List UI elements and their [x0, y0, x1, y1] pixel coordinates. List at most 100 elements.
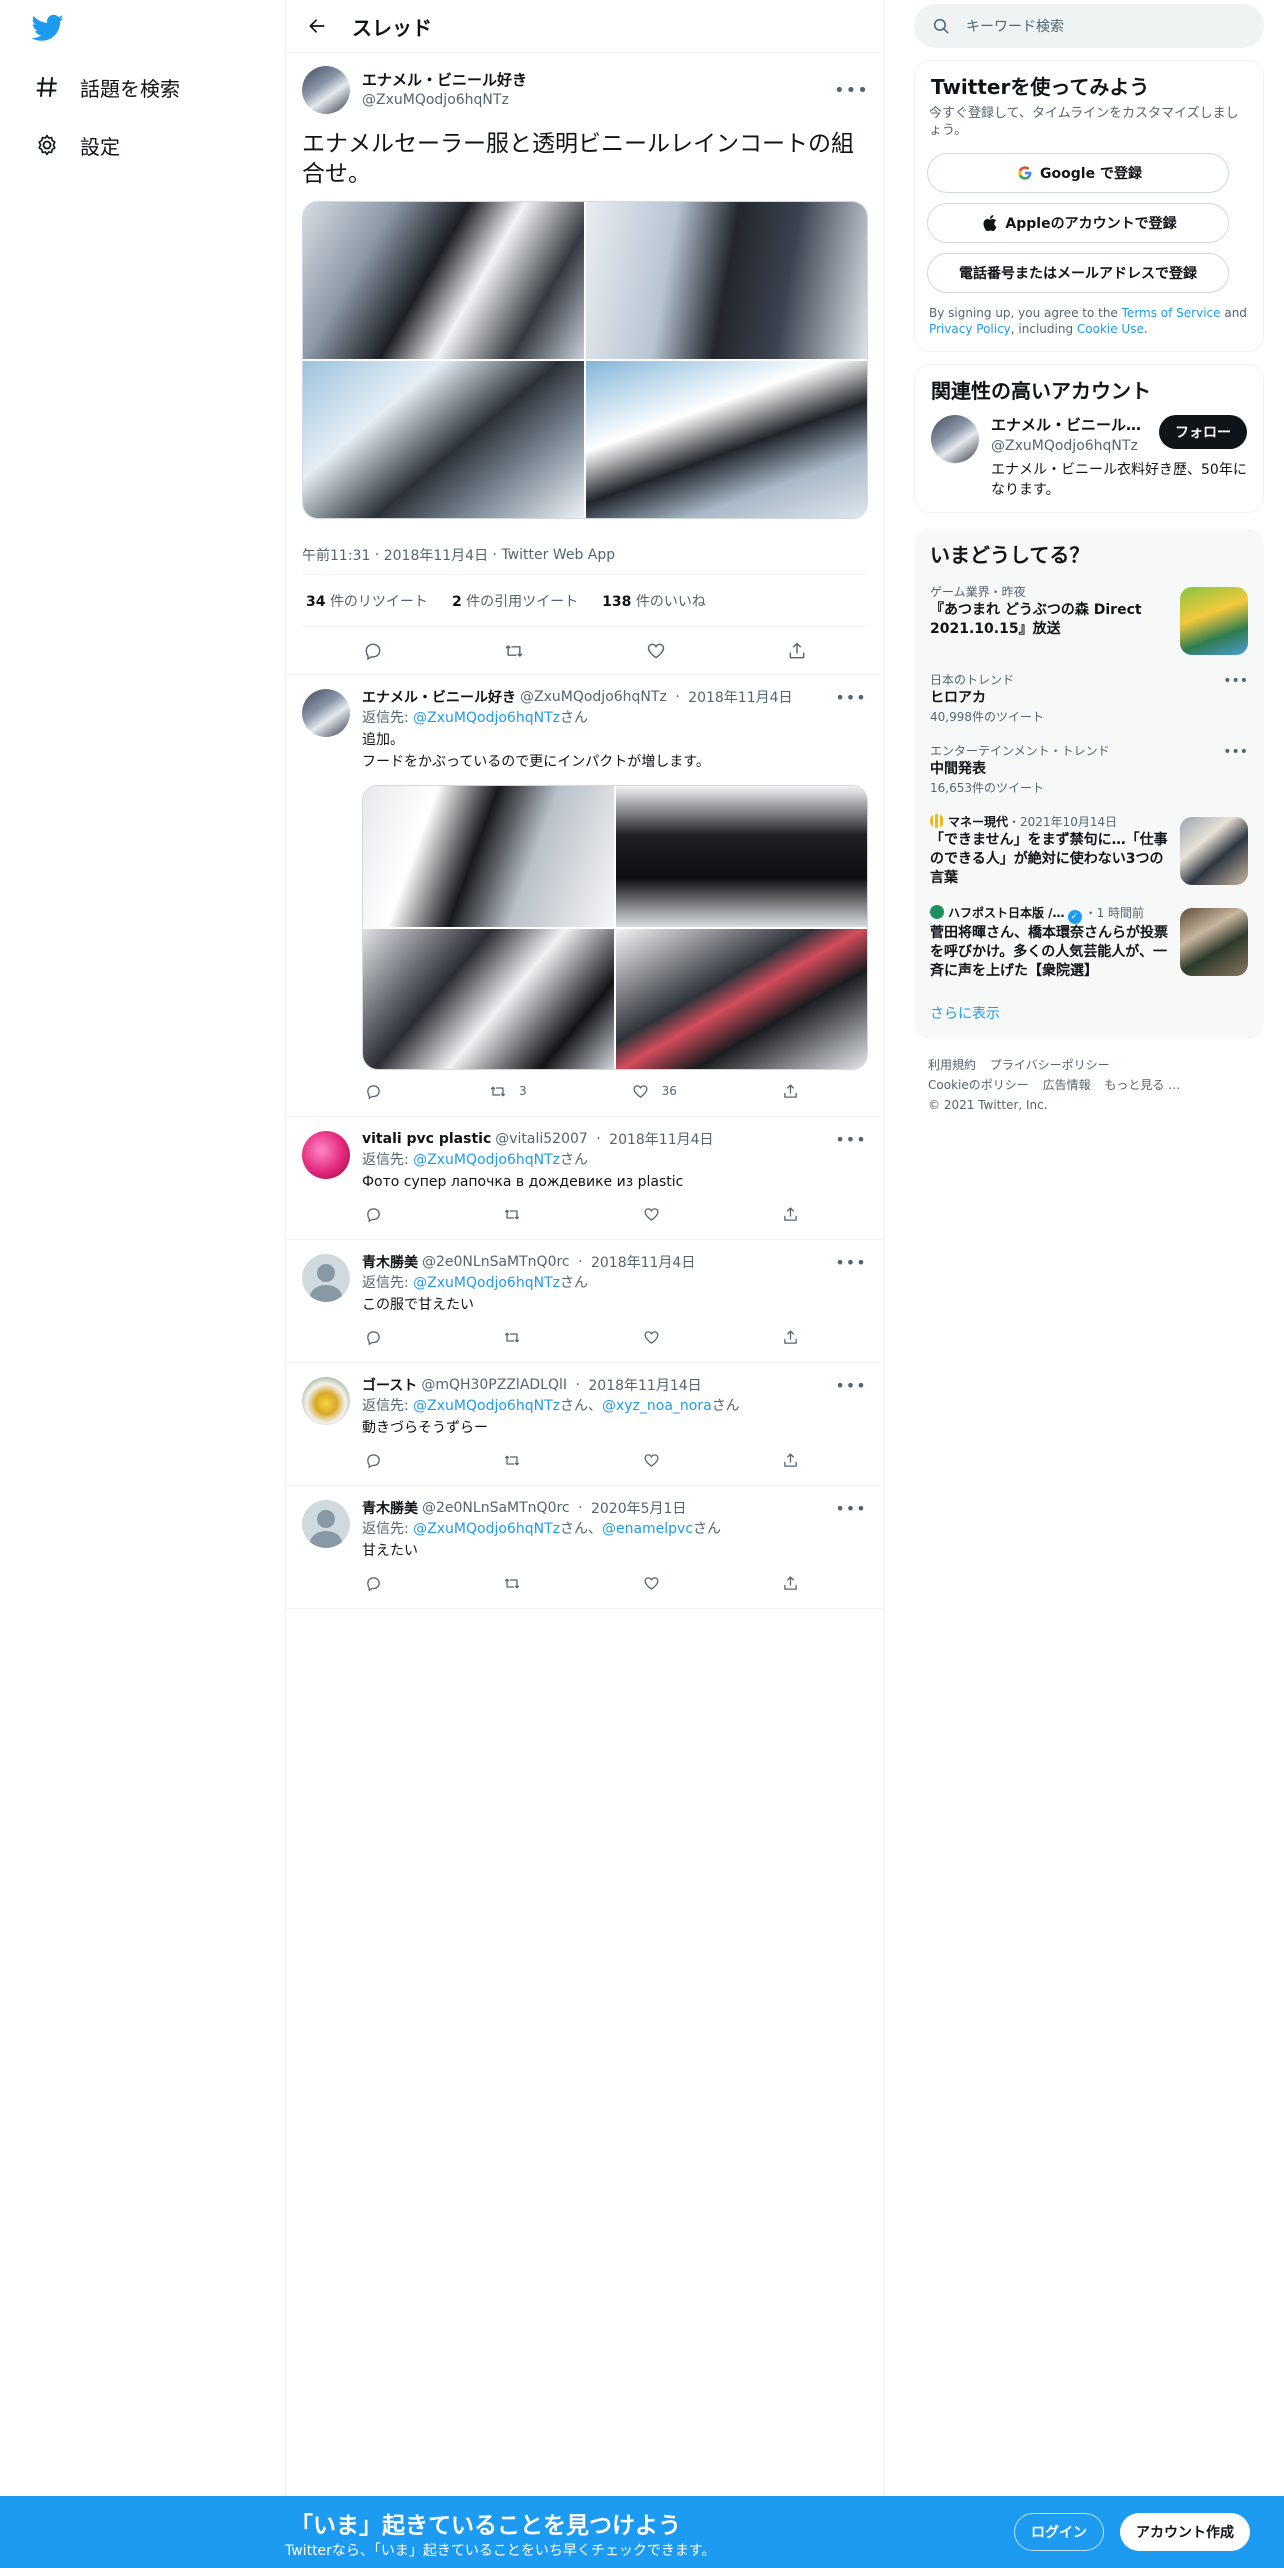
like-button[interactable]: 36: [630, 1080, 677, 1102]
share-icon[interactable]: [786, 640, 808, 662]
retweet-button[interactable]: [501, 1203, 523, 1225]
tweet-photo[interactable]: [616, 786, 867, 927]
footer-link[interactable]: Cookieのポリシー: [928, 1078, 1029, 1092]
footer-link[interactable]: プライバシーポリシー: [990, 1058, 1110, 1072]
more-options-icon[interactable]: •••: [834, 688, 868, 707]
google-signup-button[interactable]: Google で登録: [927, 153, 1229, 193]
retweet-button[interactable]: [501, 1572, 523, 1594]
signup-button[interactable]: アカウント作成: [1120, 2513, 1250, 2551]
author-handle[interactable]: @ZxuMQodjo6hqNTz: [362, 90, 527, 110]
phone-email-signup-button[interactable]: 電話番号またはメールアドレスで登録: [927, 253, 1229, 293]
back-button[interactable]: [300, 9, 334, 43]
like-button[interactable]: [641, 1572, 663, 1594]
nav-settings[interactable]: 設定: [30, 120, 120, 170]
follow-button[interactable]: フォロー: [1159, 415, 1247, 449]
privacy-link[interactable]: Privacy Policy: [929, 322, 1011, 336]
reply-tweet[interactable]: vitali pvc plastic @vitali52007 · 2018年1…: [286, 1117, 884, 1240]
reply-author-name[interactable]: vitali pvc plastic: [362, 1131, 491, 1147]
reply-tweet[interactable]: 青木勝美 @2e0NLnSaMTnQ0rc · 2020年5月1日 ••• 返信…: [286, 1486, 884, 1609]
share-button[interactable]: [780, 1326, 802, 1348]
mention-link[interactable]: @ZxuMQodjo6hqNTz: [413, 1275, 560, 1291]
tweet-photo[interactable]: [586, 361, 867, 518]
avatar[interactable]: [302, 689, 350, 737]
avatar[interactable]: [302, 1500, 350, 1548]
mention-link[interactable]: @ZxuMQodjo6hqNTz: [413, 1398, 560, 1414]
tweet-photo[interactable]: [616, 928, 867, 1069]
like-button[interactable]: [641, 1203, 663, 1225]
tweet-source[interactable]: Twitter Web App: [501, 547, 615, 563]
footer-link[interactable]: 広告情報: [1043, 1078, 1091, 1092]
mention-link[interactable]: @ZxuMQodjo6hqNTz: [413, 710, 560, 726]
reply-author-handle[interactable]: @2e0NLnSaMTnQ0rc: [422, 1500, 570, 1516]
trend-item[interactable]: エンターテインメント・トレンド 中間発表 16,653件のツイート •••: [914, 736, 1264, 807]
reply-date[interactable]: 2018年11月14日: [588, 1375, 701, 1395]
reply-author-handle[interactable]: @ZxuMQodjo6hqNTz: [520, 689, 667, 705]
reply-button[interactable]: [362, 1203, 384, 1225]
reply-date[interactable]: 2020年5月1日: [591, 1498, 686, 1518]
tweet-photo[interactable]: [363, 928, 614, 1069]
reply-tweet[interactable]: 青木勝美 @2e0NLnSaMTnQ0rc · 2018年11月4日 ••• 返…: [286, 1240, 884, 1363]
share-button[interactable]: [780, 1449, 802, 1471]
reply-tweet[interactable]: エナメル・ビニール好き @ZxuMQodjo6hqNTz · 2018年11月4…: [286, 675, 884, 1117]
reply-button[interactable]: [362, 1326, 384, 1348]
avatar[interactable]: [302, 1131, 350, 1179]
more-options-icon[interactable]: •••: [1223, 673, 1248, 689]
more-options-icon[interactable]: •••: [834, 1376, 868, 1395]
tweet-photo[interactable]: [303, 202, 584, 359]
retweet-button[interactable]: 3: [487, 1080, 527, 1102]
tweet-photo[interactable]: [363, 786, 614, 927]
likes-stat[interactable]: 138 件のいいね: [602, 591, 706, 611]
cookie-link[interactable]: Cookie Use: [1077, 322, 1144, 336]
author-name[interactable]: エナメル・ビニール好き: [362, 70, 527, 90]
reply-icon[interactable]: [362, 640, 384, 662]
avatar[interactable]: [302, 1377, 350, 1425]
related-account[interactable]: エナメル・ビニール好き @ZxuMQodjo6hqNTz フォロー エナメル・ビ…: [915, 405, 1263, 512]
reply-button[interactable]: [362, 1080, 384, 1102]
like-button[interactable]: [641, 1449, 663, 1471]
reply-date[interactable]: 2018年11月4日: [688, 687, 792, 707]
apple-signup-button[interactable]: Appleのアカウントで登録: [927, 203, 1229, 243]
avatar[interactable]: [931, 415, 979, 463]
footer-link[interactable]: 利用規約: [928, 1058, 976, 1072]
show-more-link[interactable]: さらに表示: [914, 991, 1264, 1039]
share-button[interactable]: [780, 1080, 802, 1102]
related-account-name[interactable]: エナメル・ビニール好き: [991, 415, 1151, 435]
more-options-icon[interactable]: •••: [834, 1253, 868, 1272]
tweet-photo[interactable]: [303, 361, 584, 518]
reply-author-handle[interactable]: @mQH30PZZlADLQlI: [421, 1377, 567, 1393]
terms-link[interactable]: Terms of Service: [1122, 306, 1221, 320]
more-options-icon[interactable]: •••: [834, 1499, 868, 1518]
mention-link[interactable]: @enamelpvc: [602, 1521, 693, 1537]
reply-author-name[interactable]: 青木勝美: [362, 1498, 418, 1518]
retweet-icon[interactable]: [503, 640, 525, 662]
reply-button[interactable]: [362, 1449, 384, 1471]
reply-date[interactable]: 2018年11月4日: [609, 1129, 713, 1149]
tweet-date[interactable]: 2018年11月4日: [384, 545, 488, 565]
mention-link[interactable]: @ZxuMQodjo6hqNTz: [413, 1521, 560, 1537]
share-button[interactable]: [780, 1572, 802, 1594]
reply-tweet[interactable]: ゴースト @mQH30PZZlADLQlI · 2018年11月14日 ••• …: [286, 1363, 884, 1486]
search-input[interactable]: キーワード検索: [914, 4, 1264, 48]
footer-link[interactable]: もっと見る …: [1104, 1078, 1180, 1092]
reply-button[interactable]: [362, 1572, 384, 1594]
nav-explore[interactable]: 話題を検索: [30, 62, 180, 112]
trend-item[interactable]: 日本のトレンド ヒロアカ 40,998件のツイート •••: [914, 665, 1264, 736]
like-button[interactable]: [641, 1326, 663, 1348]
related-account-handle[interactable]: @ZxuMQodjo6hqNTz: [991, 438, 1138, 454]
more-options-icon[interactable]: •••: [834, 80, 868, 101]
reply-author-name[interactable]: ゴースト: [362, 1375, 417, 1395]
reply-author-handle[interactable]: @vitali52007: [495, 1131, 588, 1147]
reply-author-name[interactable]: 青木勝美: [362, 1252, 418, 1272]
tweet-photo[interactable]: [586, 202, 867, 359]
twitter-logo-icon[interactable]: [31, 14, 66, 44]
trend-item[interactable]: ハフポスト日本版 /… ✓ ・1 時間前 菅田将暉さん、橋本環奈さんらが投票を呼びか…: [914, 898, 1264, 991]
retweets-stat[interactable]: 34 件のリツイート: [306, 591, 428, 611]
retweet-button[interactable]: [501, 1449, 523, 1471]
reply-author-handle[interactable]: @2e0NLnSaMTnQ0rc: [422, 1254, 570, 1270]
login-button[interactable]: ログイン: [1014, 2513, 1104, 2551]
reply-author-name[interactable]: エナメル・ビニール好き: [362, 687, 516, 707]
trend-item[interactable]: ゲーム業界・昨夜 『あつまれ どうぶつの森 Direct 2021.10.15』…: [914, 577, 1264, 665]
tweet-time[interactable]: 午前11:31: [302, 545, 370, 565]
share-button[interactable]: [780, 1203, 802, 1225]
avatar[interactable]: [302, 1254, 350, 1302]
